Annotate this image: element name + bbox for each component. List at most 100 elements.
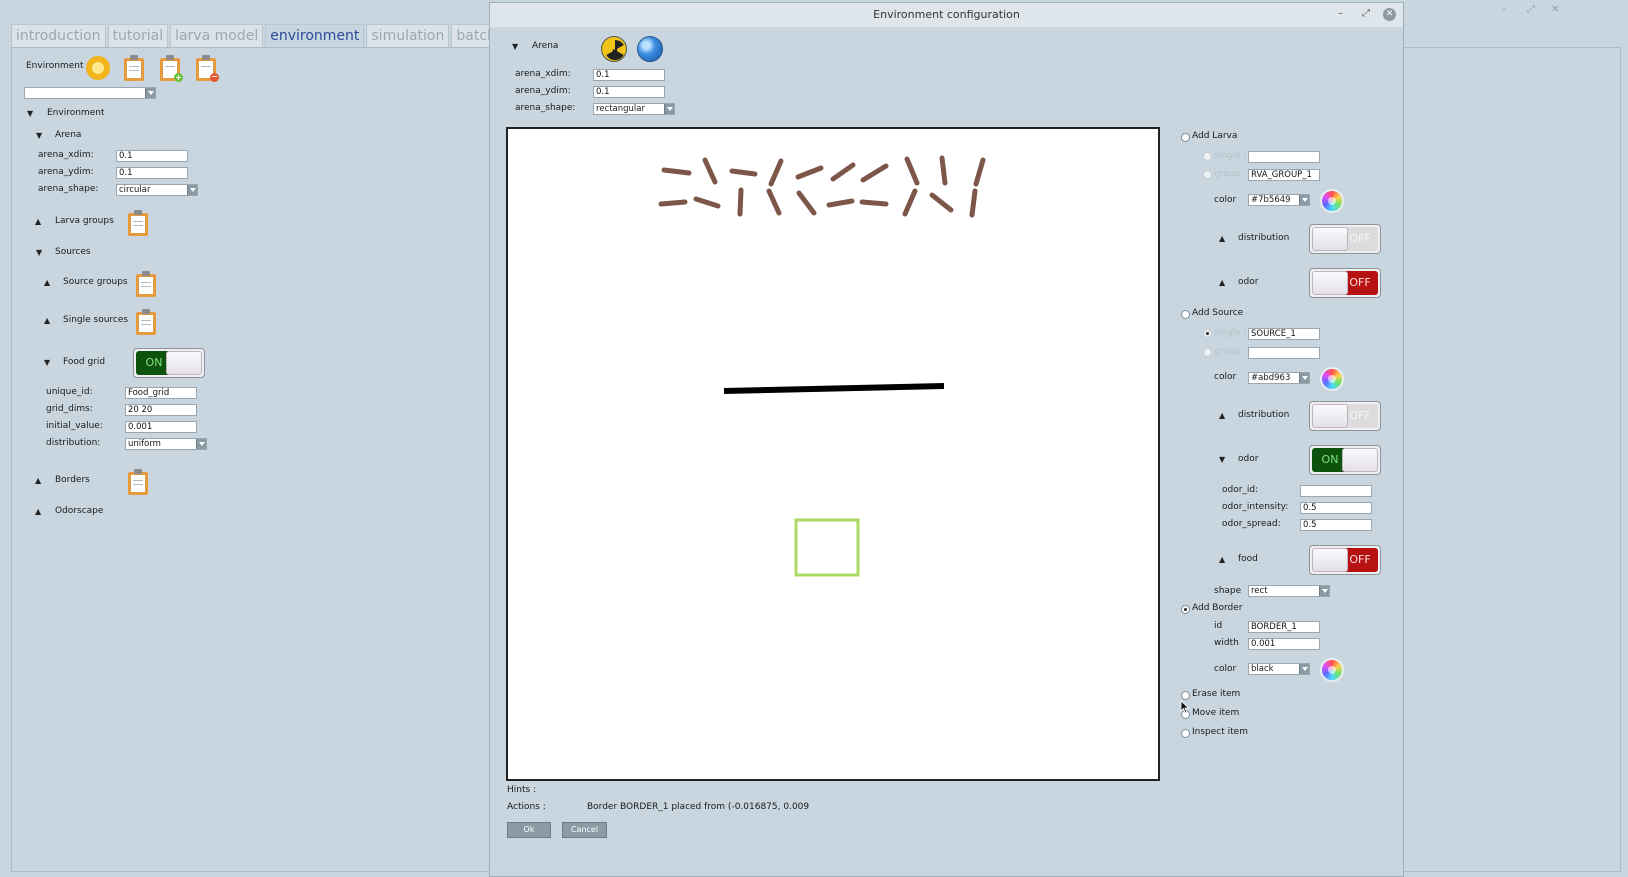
dlg-arena-xdim-field[interactable]: 0.1 [593, 69, 665, 81]
larva[interactable] [661, 167, 692, 176]
collapse-icon[interactable]: ▼ [36, 248, 42, 257]
larva[interactable] [973, 157, 986, 187]
expand-icon[interactable]: ▲ [35, 476, 41, 485]
collapse-icon[interactable]: ▼ [27, 109, 33, 118]
add-source-radio[interactable] [1181, 310, 1190, 319]
color-picker-icon[interactable] [1320, 658, 1344, 682]
borders-clipboard-icon[interactable] [127, 469, 149, 495]
close-icon[interactable]: ✕ [1383, 8, 1396, 21]
larva[interactable] [795, 165, 824, 180]
tab-introduction[interactable]: introduction [11, 24, 106, 47]
minimize-icon[interactable]: – [1338, 8, 1343, 19]
arena-xdim-field[interactable]: 0.1 [116, 150, 188, 162]
larva[interactable] [737, 187, 744, 217]
larva[interactable] [702, 157, 718, 185]
odor-intensity-field[interactable]: 0.5 [1300, 502, 1372, 514]
inspect-item-radio[interactable] [1181, 729, 1190, 738]
larva[interactable] [860, 163, 889, 183]
add-border-radio[interactable] [1181, 605, 1190, 614]
food-source-rect[interactable] [794, 518, 860, 577]
larva[interactable] [902, 188, 918, 217]
grid-dims-field[interactable]: 20 20 [125, 404, 197, 416]
environment-select[interactable] [24, 87, 156, 99]
food-grid-toggle[interactable]: ON [133, 348, 205, 378]
collapse-icon[interactable]: ▼ [36, 131, 42, 140]
add-larva-radio[interactable] [1181, 133, 1190, 142]
larva[interactable] [904, 156, 920, 186]
color-picker-icon[interactable] [1320, 189, 1344, 213]
cancel-button[interactable]: Cancel [562, 822, 607, 838]
border-id-field[interactable]: BORDER_1 [1248, 621, 1320, 633]
close-icon[interactable]: ✕ [1551, 4, 1559, 15]
minimize-icon[interactable]: – [1502, 4, 1507, 15]
add-clipboard-icon[interactable]: + [159, 55, 183, 82]
tab-larva-model[interactable]: larva model [170, 24, 264, 47]
expand-icon[interactable]: ▲ [44, 316, 50, 325]
tab-tutorial[interactable]: tutorial [107, 24, 169, 47]
larva-color-select[interactable]: #7b5649 [1248, 194, 1310, 206]
edit-clipboard-icon[interactable] [123, 55, 145, 81]
restore-icon[interactable]: ⤢ [1362, 8, 1370, 19]
larva[interactable] [859, 199, 889, 207]
larva[interactable] [658, 199, 688, 207]
arena-canvas[interactable] [506, 127, 1160, 781]
larva[interactable] [768, 158, 784, 187]
larva-group-radio[interactable] [1203, 170, 1212, 179]
unique-id-field[interactable]: Food_grid [125, 387, 197, 399]
color-picker-icon[interactable] [1320, 367, 1344, 391]
shape-select[interactable]: rect [1248, 585, 1330, 597]
border-width-field[interactable]: 0.001 [1248, 638, 1320, 650]
expand-icon[interactable]: ▲ [35, 507, 41, 516]
tab-simulation[interactable]: simulation [366, 24, 450, 47]
source-color-select[interactable]: #abd963 [1248, 372, 1310, 384]
collapse-icon[interactable]: ▼ [1219, 455, 1225, 464]
single-sources-clipboard-icon[interactable] [135, 309, 157, 335]
load-icon[interactable] [86, 56, 110, 80]
expand-icon[interactable]: ▲ [44, 278, 50, 287]
source-food-toggle[interactable]: OFF [1309, 545, 1381, 575]
larva-group-field[interactable]: RVA_GROUP_1 [1248, 169, 1320, 181]
larva-odor-toggle[interactable]: OFF [1309, 268, 1381, 298]
odor-spread-field[interactable]: 0.5 [1300, 519, 1372, 531]
source-odor-toggle[interactable]: ON [1309, 445, 1381, 475]
larva[interactable] [826, 198, 855, 208]
larva-single-radio[interactable] [1203, 152, 1212, 161]
source-single-field[interactable]: SOURCE_1 [1248, 328, 1320, 340]
larva[interactable] [729, 168, 758, 177]
larva[interactable] [939, 155, 948, 186]
border-line[interactable] [723, 383, 945, 394]
collapse-icon[interactable]: ▼ [44, 358, 50, 367]
expand-icon[interactable]: ▲ [1219, 411, 1225, 420]
erase-item-radio[interactable] [1181, 691, 1190, 700]
larva[interactable] [693, 196, 721, 209]
larva-groups-clipboard-icon[interactable] [127, 210, 149, 236]
tab-environment[interactable]: environment [265, 24, 365, 47]
initial-value-field[interactable]: 0.001 [125, 421, 197, 433]
larva[interactable] [830, 162, 856, 182]
source-single-radio[interactable] [1203, 329, 1212, 338]
expand-icon[interactable]: ▲ [1219, 555, 1225, 564]
larva-distribution-toggle[interactable]: OFF [1309, 224, 1381, 254]
larva[interactable] [796, 190, 817, 216]
odor-id-field[interactable] [1300, 485, 1372, 497]
collapse-icon[interactable]: ▼ [512, 42, 518, 51]
distribution-select[interactable]: uniform [125, 438, 207, 450]
expand-icon[interactable]: ▲ [35, 217, 41, 226]
source-group-field[interactable] [1248, 347, 1320, 359]
dlg-arena-shape-select[interactable]: rectangular [593, 103, 675, 115]
dlg-arena-ydim-field[interactable]: 0.1 [593, 86, 665, 98]
source-distribution-toggle[interactable]: OFF [1309, 401, 1381, 431]
remove-clipboard-icon[interactable]: − [195, 55, 219, 82]
ok-button[interactable]: Ok [507, 822, 551, 838]
arena-shape-select[interactable]: circular [116, 184, 198, 196]
larva[interactable] [929, 192, 954, 213]
source-group-radio[interactable] [1203, 348, 1212, 357]
radiation-icon[interactable] [601, 36, 627, 62]
source-groups-clipboard-icon[interactable] [135, 271, 157, 297]
expand-icon[interactable]: ▲ [1219, 234, 1225, 243]
arena-ydim-field[interactable]: 0.1 [116, 167, 188, 179]
larva[interactable] [766, 188, 782, 216]
border-color-select[interactable]: black [1248, 663, 1310, 675]
globe-icon[interactable] [637, 36, 663, 62]
maximize-icon[interactable]: ⤢ [1527, 4, 1535, 15]
